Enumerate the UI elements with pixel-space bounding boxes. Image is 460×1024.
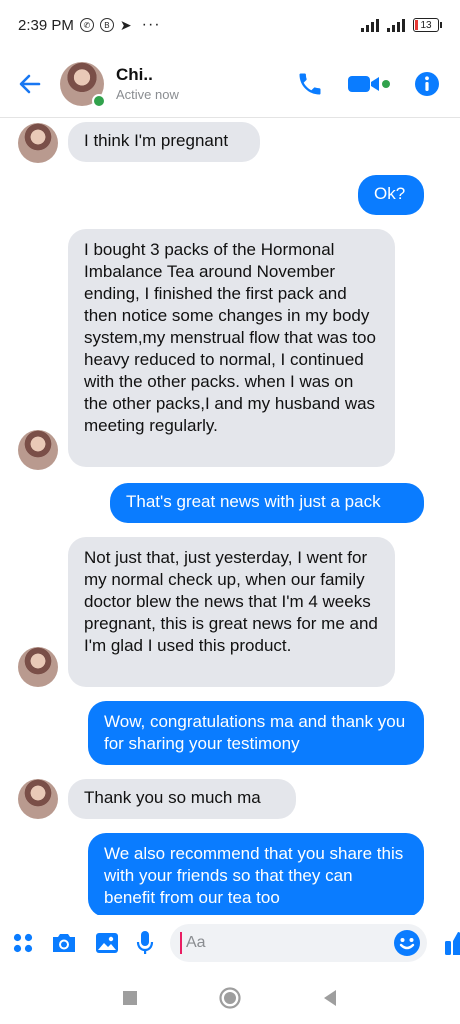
battery-level: 13 <box>413 18 439 32</box>
video-camera-icon <box>348 75 390 92</box>
status-right: 13 <box>361 18 442 32</box>
phone-icon <box>299 73 321 94</box>
message-incoming[interactable]: Not just that, just yesterday, I went fo… <box>68 537 395 687</box>
status-time: 2:39 PM <box>18 16 74 34</box>
sender-avatar <box>18 647 58 687</box>
system-nav-bar <box>0 972 460 1024</box>
message-input[interactable] <box>180 932 393 954</box>
call-button[interactable] <box>296 70 324 98</box>
contact-status: Active now <box>116 87 179 102</box>
image-icon <box>96 933 118 953</box>
message-incoming[interactable]: I bought 3 packs of the Hormonal Imbalan… <box>68 229 395 467</box>
signal-icon <box>361 18 379 32</box>
composer-bar <box>0 915 460 971</box>
contact-info[interactable]: Chi.. Active now <box>116 65 179 102</box>
sender-avatar <box>18 430 58 470</box>
gallery-button[interactable] <box>94 931 120 955</box>
more-notifications-icon: ··· <box>141 16 161 33</box>
video-call-button[interactable] <box>346 72 392 96</box>
smiley-icon <box>394 930 420 956</box>
header-actions <box>296 70 460 98</box>
info-button[interactable] <box>414 71 440 97</box>
thumbs-up-icon <box>445 932 460 955</box>
back-button[interactable] <box>0 54 60 114</box>
emoji-button[interactable] <box>393 929 421 957</box>
message-list[interactable]: I think I'm pregnant Ok? I bought 3 pack… <box>0 119 460 915</box>
apps-button[interactable] <box>12 932 34 954</box>
home-button[interactable] <box>210 978 250 1018</box>
status-bar: 2:39 PM ✆ B ➤ ··· 13 <box>0 0 460 50</box>
telegram-icon: ➤ <box>119 16 132 33</box>
triangle-back-icon <box>324 990 336 1006</box>
notification-b-icon: B <box>99 18 114 32</box>
contact-name: Chi.. <box>116 65 153 84</box>
message-input-container[interactable] <box>170 924 427 962</box>
camera-icon <box>53 934 75 952</box>
circle-icon <box>219 987 241 1009</box>
camera-button[interactable] <box>50 931 78 955</box>
back-nav-button[interactable] <box>310 978 350 1018</box>
online-indicator <box>92 93 106 108</box>
recents-button[interactable] <box>110 978 150 1018</box>
microphone-icon <box>136 931 154 954</box>
four-dots-icon <box>13 933 33 953</box>
voice-button[interactable] <box>136 930 154 956</box>
message-outgoing[interactable]: That's great news with just a pack <box>110 483 424 523</box>
sender-avatar <box>18 779 58 819</box>
arrow-left-icon <box>19 74 41 93</box>
contact-avatar[interactable] <box>60 61 106 108</box>
chat-header: Chi.. Active now <box>0 50 460 118</box>
square-icon <box>123 991 137 1005</box>
like-button[interactable] <box>443 929 460 957</box>
info-icon <box>415 71 439 96</box>
message-outgoing[interactable]: We also recommend that you share this wi… <box>88 833 424 915</box>
status-left: 2:39 PM ✆ B ➤ ··· <box>18 16 161 34</box>
message-incoming[interactable]: Thank you so much ma <box>68 779 296 819</box>
whatsapp-icon: ✆ <box>79 18 94 32</box>
message-outgoing[interactable]: Wow, congratulations ma and thank you fo… <box>88 701 424 765</box>
message-outgoing[interactable]: Ok? <box>358 175 424 215</box>
battery-icon: 13 <box>413 18 442 32</box>
signal-icon <box>387 18 405 32</box>
message-incoming[interactable]: I think I'm pregnant <box>68 122 260 162</box>
sender-avatar <box>18 123 58 163</box>
